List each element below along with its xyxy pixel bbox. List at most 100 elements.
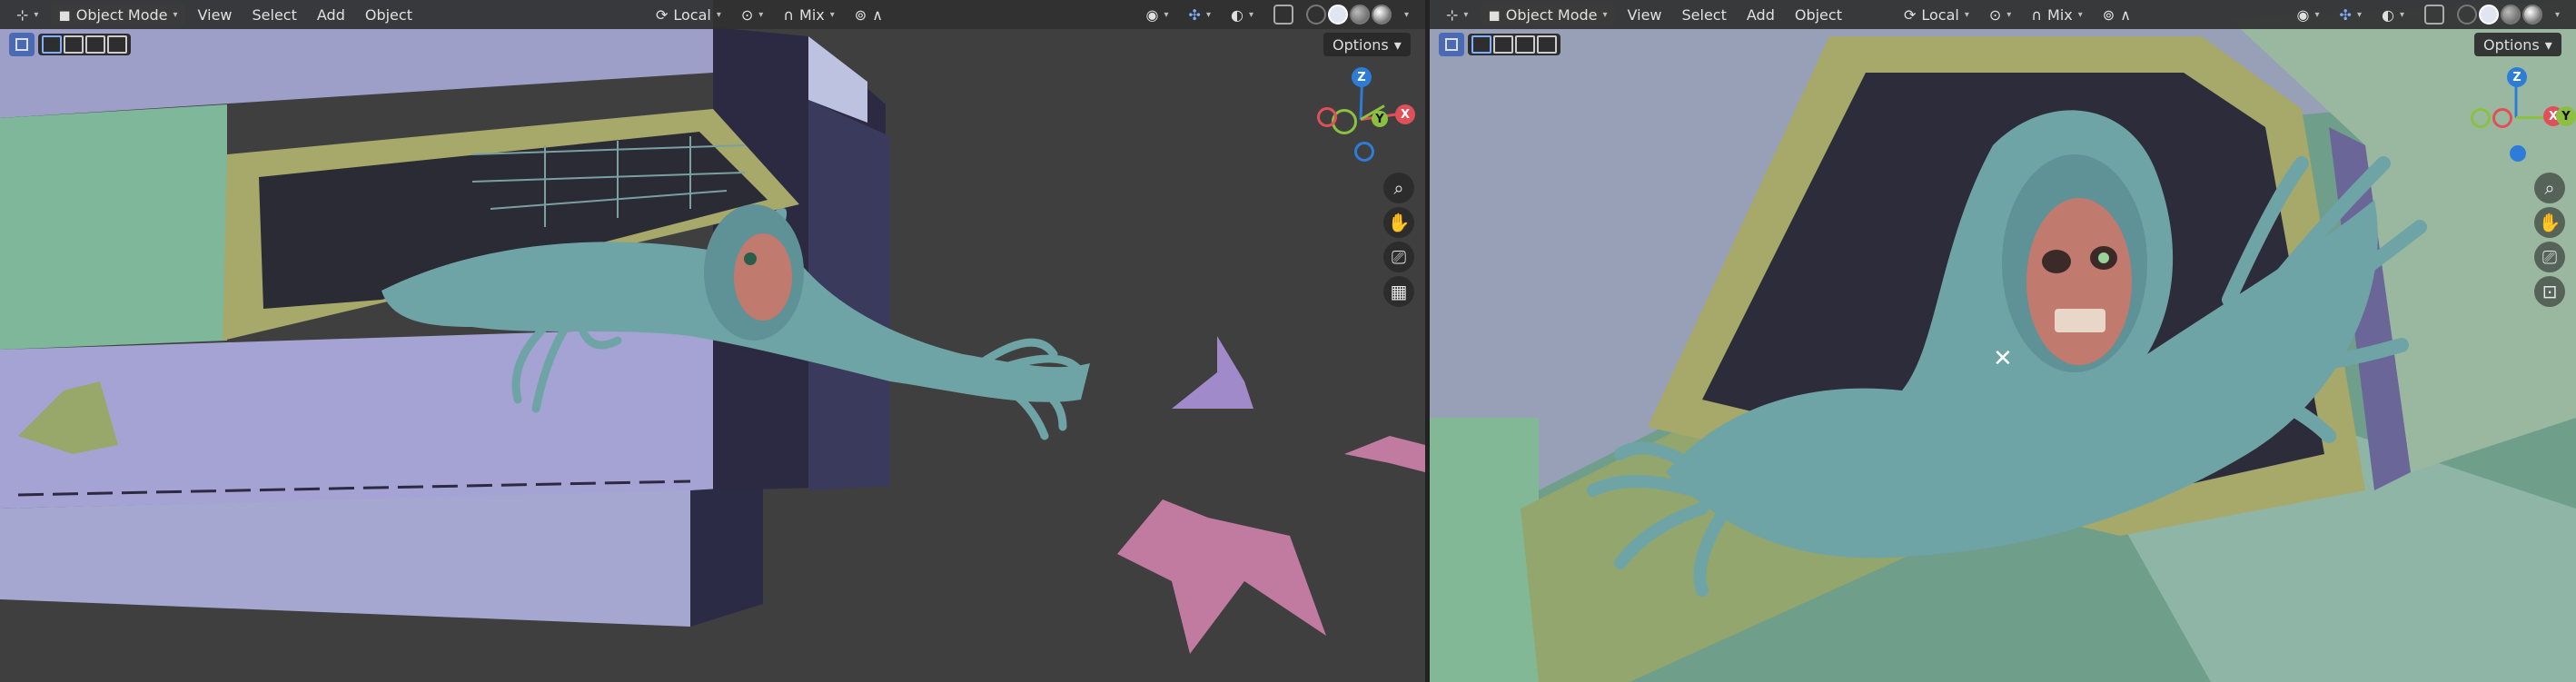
chevron-down-icon: ▾ <box>1403 9 1409 20</box>
mode-dropdown[interactable]: ◼ Object Mode ▾ <box>1481 4 1615 25</box>
xray-toggle[interactable] <box>2417 4 2452 25</box>
skull-teeth <box>2055 309 2105 332</box>
axis-z-icon[interactable]: Z <box>1352 67 1372 87</box>
right-3d-viewport[interactable]: ✕ ⊹ ▾ ◼ Object Mode ▾ View Select Add Obj… <box>1430 0 2576 682</box>
axis-y-icon[interactable]: Y <box>1372 111 1388 127</box>
axis-neg-x-icon[interactable] <box>2492 108 2512 128</box>
xray-toggle[interactable] <box>1266 4 1301 25</box>
zoom-icon[interactable]: ⌕ <box>1383 173 1414 203</box>
menu-add[interactable]: Add <box>310 4 352 25</box>
wall-side-dark <box>690 486 763 627</box>
transform-orientation-dropdown[interactable]: ⟳ Local ▾ <box>1897 4 1977 25</box>
mode-label: Object Mode <box>1505 5 1598 24</box>
zoom-icon[interactable]: ⌕ <box>2534 173 2565 203</box>
snap-label: Mix <box>799 5 825 24</box>
select-intersect-icon[interactable] <box>107 35 127 54</box>
editor-type-button[interactable]: ⊹ ▾ <box>1439 4 1475 25</box>
pivot-point-dropdown[interactable]: ⊙ ▾ <box>1982 4 2018 25</box>
select-new-icon[interactable] <box>1471 35 1491 54</box>
axis-z-icon[interactable]: Z <box>2507 67 2527 87</box>
navigation-gizmo[interactable]: Z X Y <box>2471 64 2576 163</box>
pan-hand-icon[interactable]: ✋ <box>1383 207 1414 238</box>
menu-view[interactable]: View <box>191 4 240 25</box>
menu-add[interactable]: Add <box>1739 4 1782 25</box>
left-viewport-header: ⊹ ▾ ◼ Object Mode ▾ View Select Add Objec… <box>0 0 1425 29</box>
overlays-icon: ◐ <box>2381 5 2394 24</box>
perspective-grid-icon[interactable]: ▦ <box>1383 276 1414 307</box>
material-shading-icon[interactable] <box>1349 5 1370 25</box>
solid-shading-icon[interactable] <box>1327 5 1348 25</box>
pan-hand-icon[interactable]: ✋ <box>2534 207 2565 238</box>
gizmo-toggle-icon: ✣ <box>1188 5 1201 24</box>
shading-options-dropdown[interactable]: ▾ <box>1397 4 1416 25</box>
editor-type-button[interactable]: ⊹ ▾ <box>9 4 45 25</box>
menu-select[interactable]: Select <box>245 4 304 25</box>
select-intersect-icon[interactable] <box>1537 35 1557 54</box>
right-tool-settings <box>1439 33 1560 56</box>
visibility-dropdown[interactable]: ◉ ▾ <box>2290 4 2327 25</box>
menu-view[interactable]: View <box>1620 4 1669 25</box>
camera-icon[interactable]: ⎚ <box>1383 242 1414 272</box>
overlays-toggle[interactable]: ◐ ▾ <box>2374 4 2412 25</box>
menu-object[interactable]: Object <box>1788 4 1849 25</box>
wireframe-shading-icon[interactable] <box>1305 5 1326 25</box>
pivot-point-dropdown[interactable]: ⊙ ▾ <box>734 4 770 25</box>
chevron-down-icon: ▾ <box>2077 9 2083 20</box>
material-shading-icon[interactable] <box>2500 5 2521 25</box>
left-3d-viewport[interactable]: ⊹ ▾ ◼ Object Mode ▾ View Select Add Objec… <box>0 0 1425 682</box>
gizmo-toggle[interactable]: ✣ ▾ <box>2333 4 2369 25</box>
xray-icon <box>1273 5 1293 25</box>
select-extend-icon[interactable] <box>1493 35 1513 54</box>
creature-skull <box>2026 198 2132 365</box>
menu-select[interactable]: Select <box>1675 4 1734 25</box>
gizmo-toggle[interactable]: ✣ ▾ <box>1182 4 1218 25</box>
snap-dropdown[interactable]: ∩ Mix ▾ <box>2024 4 2089 25</box>
overlays-toggle[interactable]: ◐ ▾ <box>1224 4 1261 25</box>
menu-object[interactable]: Object <box>358 4 420 25</box>
camera-icon[interactable]: ⎚ <box>2534 242 2565 272</box>
snap-dropdown[interactable]: ∩ Mix ▾ <box>776 4 841 25</box>
select-extend-icon[interactable] <box>64 35 84 54</box>
pivot-point-icon: ⊙ <box>740 5 754 24</box>
options-dropdown[interactable]: Options ▾ <box>2474 33 2561 56</box>
options-label: Options <box>1333 35 1389 54</box>
axis-neg-z-icon[interactable] <box>1354 142 1374 162</box>
camera-lock-icon[interactable]: ⊡ <box>2534 276 2565 307</box>
axis-x-icon[interactable]: X <box>1395 104 1415 124</box>
mode-dropdown[interactable]: ◼ Object Mode ▾ <box>51 4 185 25</box>
solid-shading-icon[interactable] <box>2478 5 2499 25</box>
left-tool-settings <box>9 33 131 56</box>
axis-y-icon[interactable]: Y <box>2556 106 2576 126</box>
select-subtract-icon[interactable] <box>1515 35 1535 54</box>
transform-orientation-dropdown[interactable]: ⟳ Local ▾ <box>649 4 728 25</box>
axis-neg-y-icon[interactable] <box>2471 108 2491 128</box>
object-mode-icon: ◼ <box>1488 5 1501 24</box>
wireframe-shading-icon[interactable] <box>2456 5 2477 25</box>
select-tool-button[interactable] <box>1439 33 1464 56</box>
rendered-shading-icon[interactable] <box>2522 5 2542 25</box>
bat-pink-large <box>1117 499 1326 654</box>
left-scene <box>0 0 1425 654</box>
shading-options-dropdown[interactable]: ▾ <box>2548 4 2567 25</box>
snap-magnet-icon: ∩ <box>2031 5 2043 24</box>
axis-neg-z-icon[interactable] <box>2510 145 2526 162</box>
select-tool-button[interactable] <box>9 33 35 56</box>
skull-eye-left <box>2042 250 2071 273</box>
bat-pink-small <box>1344 436 1425 472</box>
chevron-down-icon: ▾ <box>716 9 721 20</box>
axis-neg-x-icon[interactable] <box>1317 107 1337 127</box>
navigation-gizmo[interactable]: Z X Y <box>1317 64 1417 163</box>
options-dropdown[interactable]: Options ▾ <box>1323 33 1411 56</box>
3d-cursor-icon[interactable]: ✕ <box>1993 345 2013 372</box>
right-scene <box>1430 0 2576 682</box>
bat-lilac <box>1172 336 1253 409</box>
proportional-edit-toggle[interactable]: ⊚ ∧ <box>847 4 890 25</box>
editor-type-icon: ⊹ <box>1446 5 1459 24</box>
select-new-icon[interactable] <box>42 35 62 54</box>
visibility-dropdown[interactable]: ◉ ▾ <box>1139 4 1176 25</box>
editor-type-icon: ⊹ <box>16 5 29 24</box>
snap-label: Mix <box>2047 5 2073 24</box>
select-subtract-icon[interactable] <box>85 35 105 54</box>
rendered-shading-icon[interactable] <box>1371 5 1392 25</box>
proportional-edit-toggle[interactable]: ⊚ ∧ <box>2095 4 2138 25</box>
